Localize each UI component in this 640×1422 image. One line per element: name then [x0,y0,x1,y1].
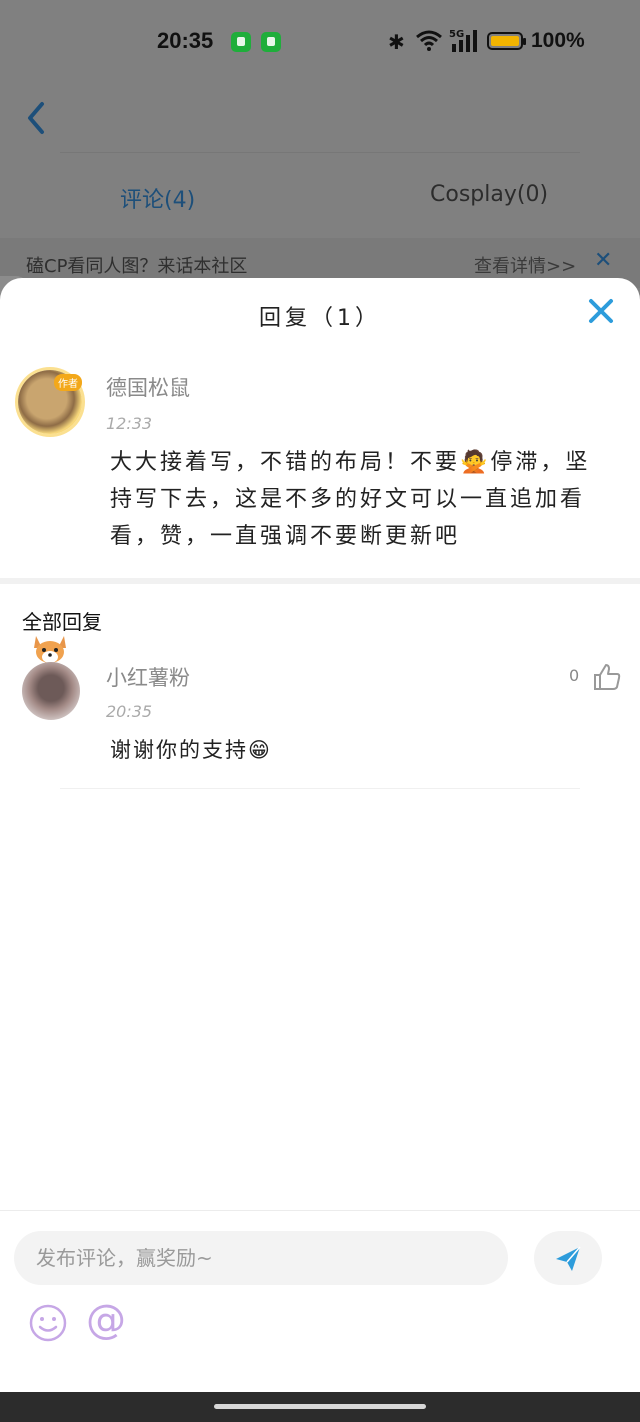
banner-text: 磕CP看同人图？来话本社区 [26,256,248,277]
send-icon [556,1246,581,1271]
all-replies-heading: 全部回复 [22,610,102,634]
reply-avatar[interactable] [22,662,80,720]
sheet-title: 回复（1） [259,306,381,331]
battery-level: 100% [531,29,585,52]
corgi-decoration-icon [34,636,66,663]
comment-text: 大大接着写，不错的布局！不要🙅停滞，坚持写下去，这是不多的好文可以一直追加看看，… [110,450,591,549]
comment-time: 12:33 [106,414,153,433]
reply-text: 谢谢你的支持😁 [110,738,272,762]
reply-divider [60,788,580,789]
close-icon[interactable] [586,296,616,326]
like-count: 0 [569,666,580,685]
bluetooth-icon: ✱ [388,30,405,54]
home-indicator[interactable] [214,1404,426,1409]
status-bar: 20:35 ✱ 5G 100% [0,0,640,86]
thumbs-up-icon[interactable] [592,662,622,692]
send-button[interactable] [534,1231,602,1285]
reply-time: 20:35 [106,702,153,721]
reply-username[interactable]: 小红薯粉 [106,662,190,692]
comment-username[interactable]: 德国松鼠 [106,372,190,402]
security-notification-icon [231,32,251,52]
back-arrow-icon[interactable] [20,96,60,140]
status-time: 20:35 [157,28,214,53]
comment-input-bar: @ [0,1210,640,1391]
section-divider [0,578,640,584]
system-nav-bar [0,1392,640,1422]
reply-sheet: 回复（1） 作者 德国松鼠 12:33 大大接着写，不错的布局！不要🙅停滞，坚持… [0,278,640,1422]
battery-icon [487,32,526,50]
mention-icon[interactable]: @ [86,1297,126,1343]
author-badge: 作者 [54,374,82,391]
wifi-icon [416,30,442,51]
banner-details-link[interactable]: 查看详情>> [474,252,576,278]
emoji-icon[interactable] [28,1303,68,1343]
message-notification-icon [261,32,281,52]
tab-comments[interactable]: 评论(4) [120,182,195,214]
header-divider [60,152,580,153]
signal-icon [452,30,477,52]
banner-close-icon[interactable]: ✕ [594,248,612,273]
comment-input[interactable] [14,1231,508,1285]
tab-cosplay[interactable]: Cosplay(0) [430,182,548,207]
